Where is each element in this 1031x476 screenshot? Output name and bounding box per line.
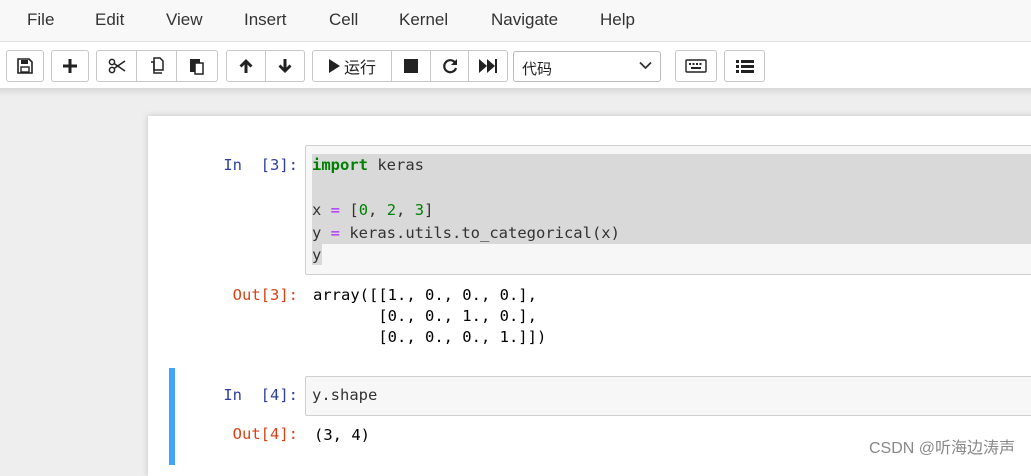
selected-cell-indicator	[169, 368, 175, 465]
menu-file[interactable]: File	[27, 10, 54, 30]
cut-button[interactable]	[96, 50, 137, 82]
code-content[interactable]: import keras x = [0, 2, 3] y = keras.util…	[312, 154, 620, 267]
code-token: 0	[358, 201, 369, 219]
code-line: y.shape	[312, 384, 377, 407]
watermark: CSDN @听海边涛声	[868, 440, 1015, 457]
plus-icon	[63, 59, 77, 73]
input-prompt: In [4]:	[223, 386, 298, 404]
code-line: y	[312, 244, 620, 267]
menu-kernel[interactable]: Kernel	[399, 10, 448, 30]
menu-navigate[interactable]: Navigate	[491, 10, 558, 30]
save-icon	[17, 58, 33, 74]
input-prompt: In [3]:	[223, 156, 298, 174]
code-token: keras.utils.to_categorical(x)	[340, 223, 620, 242]
menu-help[interactable]: Help	[600, 10, 635, 30]
menu-cell[interactable]: Cell	[329, 10, 358, 30]
move-down-button[interactable]	[266, 50, 305, 82]
toolbar-shadow	[0, 88, 1031, 96]
code-input-area[interactable]	[305, 376, 1031, 416]
save-button[interactable]	[6, 50, 44, 82]
code-token: x	[312, 201, 331, 219]
run-icon	[328, 59, 340, 73]
code-token: 2	[386, 201, 397, 219]
scissors-icon	[108, 58, 125, 74]
arrow-down-icon	[278, 59, 292, 73]
copy-button[interactable]	[137, 50, 177, 82]
output-prompt: Out[4]:	[232, 425, 298, 443]
restart-button[interactable]	[431, 50, 469, 82]
code-token: =	[330, 223, 341, 242]
code-line: y = keras.utils.to_categorical(x)	[312, 222, 620, 245]
code-token: ,	[368, 201, 387, 219]
code-line: x = [0, 2, 3]	[312, 199, 620, 222]
run-all-button[interactable]	[469, 50, 508, 82]
cell-type-value: 代码	[522, 61, 553, 78]
code-content[interactable]: y.shape	[312, 384, 377, 407]
arrow-up-icon	[239, 59, 253, 73]
menu-view[interactable]: View	[166, 10, 203, 30]
toc-button[interactable]	[724, 50, 765, 82]
code-token: ,	[396, 201, 415, 219]
menu-edit[interactable]: Edit	[95, 10, 124, 30]
restart-icon	[442, 59, 457, 74]
code-line: import keras	[312, 154, 620, 177]
paste-icon	[190, 59, 204, 75]
list-icon	[735, 59, 754, 73]
menu-insert[interactable]: Insert	[244, 10, 287, 30]
code-token: y	[312, 246, 322, 264]
move-up-button[interactable]	[226, 50, 266, 82]
run-button[interactable]: 运行	[312, 50, 392, 82]
code-token: import	[312, 156, 368, 174]
output-prompt: Out[3]:	[232, 286, 298, 304]
output-text: (3, 4)	[314, 426, 370, 444]
output-text: array([[1., 0., 0., 0.], [0., 0., 1., 0.…	[313, 286, 547, 346]
fast-forward-icon	[479, 59, 497, 73]
keyboard-icon	[685, 59, 707, 73]
code-token: 3	[414, 201, 425, 219]
code-token: y	[312, 223, 331, 242]
stop-icon	[404, 59, 418, 73]
run-label: 运行	[343, 60, 376, 77]
cell-type-select[interactable]: 代码	[513, 51, 661, 82]
chevron-down-icon	[639, 61, 652, 70]
command-palette-button[interactable]	[675, 50, 717, 82]
code-token: y.shape	[312, 386, 378, 404]
code-token: [	[340, 201, 359, 219]
code-token: keras	[368, 156, 424, 174]
stop-button[interactable]	[392, 50, 431, 82]
toolbar: 运行 代码	[0, 42, 1031, 90]
code-token: ]	[424, 201, 434, 219]
code-token: =	[330, 201, 341, 219]
paste-button[interactable]	[177, 50, 218, 82]
insert-cell-button[interactable]	[51, 50, 89, 82]
copy-icon	[150, 57, 164, 74]
menubar: File Edit View Insert Cell Kernel Naviga…	[0, 0, 1031, 42]
